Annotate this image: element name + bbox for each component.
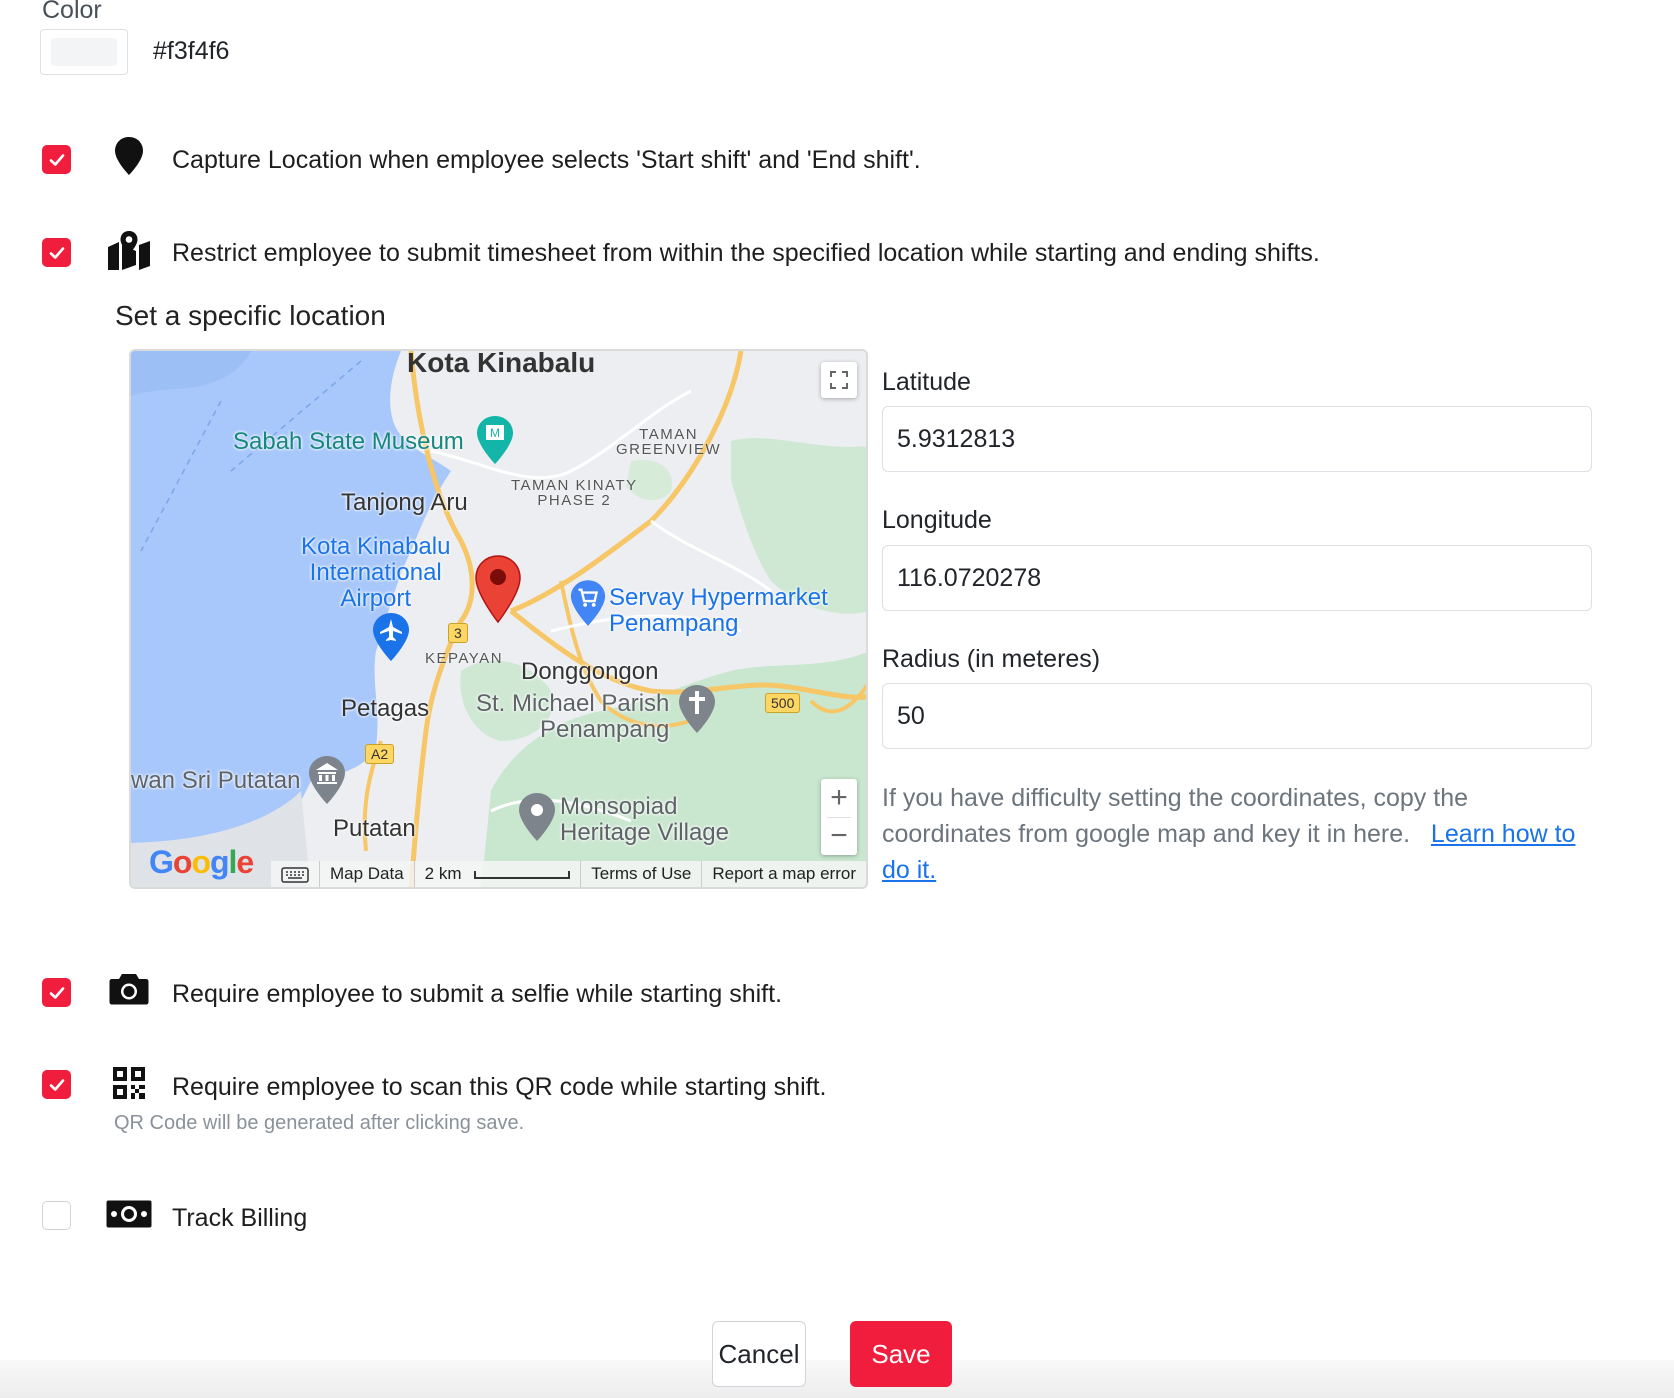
map-label-kinaty: TAMAN KINATY PHASE 2: [511, 478, 638, 508]
keyboard-icon: [281, 866, 309, 883]
map-label-airport: Kota Kinabalu International Airport: [301, 534, 450, 612]
road-shield-500: 500: [765, 693, 801, 713]
map-label-greenview-line2: GREENVIEW: [616, 441, 722, 458]
map-label-servay-line2: Penampang: [609, 610, 739, 637]
map-scale-bar: [474, 870, 571, 879]
report-map-error-link[interactable]: Report a map error: [701, 861, 866, 887]
map-label-sri-putatan: wan Sri Putatan: [131, 767, 301, 794]
map-label-st-michael-line1: St. Michael Parish: [476, 690, 670, 717]
color-value: #f3f4f6: [153, 37, 230, 65]
map-scale-label: 2 km: [424, 864, 462, 883]
map-footer: Map Data 2 km Terms of Use Report a map …: [270, 861, 866, 887]
zoom-in-button[interactable]: +: [830, 779, 848, 817]
place-marker-icon[interactable]: [517, 792, 557, 842]
map-label-airport-line2: International: [309, 559, 442, 586]
set-location-title: Set a specific location: [115, 300, 386, 331]
map-label-tanjong-aru: Tanjong Aru: [341, 489, 468, 516]
color-label: Color: [42, 0, 102, 24]
keyboard-shortcuts-button[interactable]: [271, 861, 319, 887]
checkmark-icon: [49, 1078, 64, 1091]
map-label-donggongon: Donggongon: [521, 658, 659, 685]
color-picker[interactable]: [40, 29, 128, 75]
restrict-location-text: Restrict employee to submit timesheet fr…: [172, 239, 1320, 267]
map-label-greenview: TAMAN GREENVIEW: [616, 427, 721, 457]
map-label-greenview-line1: TAMAN: [639, 426, 699, 443]
color-swatch: [51, 38, 117, 66]
zoom-out-button[interactable]: −: [830, 818, 848, 856]
building-marker-icon[interactable]: [307, 755, 347, 805]
museum-marker-icon[interactable]: M: [475, 415, 515, 465]
map-label-monsopiad-line2: Heritage Village: [560, 819, 729, 846]
latitude-input[interactable]: [882, 406, 1592, 472]
coordinates-help: If you have difficulty setting the coord…: [882, 780, 1602, 888]
map-label-museum: Sabah State Museum: [233, 428, 464, 455]
map-label-servay: Servay Hypermarket Penampang: [609, 585, 828, 637]
fullscreen-button[interactable]: [821, 362, 857, 398]
map-pin-icon: [106, 133, 152, 179]
checkmark-icon: [49, 246, 64, 259]
map-label-kepayan: KEPAYAN: [425, 650, 504, 667]
zoom-control: + −: [821, 779, 857, 855]
road-shield-a2: A2: [365, 744, 395, 764]
map-label-monsopiad: Monsopiad Heritage Village: [560, 794, 729, 846]
svg-text:M: M: [490, 426, 500, 440]
terms-of-use-link[interactable]: Terms of Use: [580, 861, 701, 887]
camera-icon: [106, 966, 152, 1012]
save-button[interactable]: Save: [850, 1321, 952, 1387]
fullscreen-icon: [830, 371, 848, 389]
map-label-airport-line1: Kota Kinabalu: [301, 533, 451, 560]
map-label-monsopiad-line1: Monsopiad: [560, 793, 678, 820]
checkmark-icon: [49, 986, 64, 999]
qr-code-icon: [106, 1060, 152, 1106]
map-label-city: Kota Kinabalu: [407, 349, 596, 378]
map-label-kinaty-line2: PHASE 2: [537, 492, 612, 509]
map-scale[interactable]: 2 km: [413, 861, 581, 887]
map-label-airport-line3: Airport: [340, 585, 412, 612]
qr-code-text: Require employee to scan this QR code wh…: [172, 1073, 827, 1101]
checkmark-icon: [49, 153, 64, 166]
google-logo: Google: [149, 844, 254, 880]
longitude-input[interactable]: [882, 545, 1592, 611]
track-billing-text: Track Billing: [172, 1204, 308, 1232]
longitude-label: Longitude: [882, 506, 992, 534]
restrict-location-checkbox[interactable]: [42, 238, 71, 267]
selfie-checkbox[interactable]: [42, 978, 71, 1007]
map-label-kinaty-line1: TAMAN KINATY: [511, 477, 638, 494]
money-icon: [106, 1191, 152, 1237]
shopping-cart-marker-icon[interactable]: [569, 579, 607, 627]
map-label-servay-line1: Servay Hypermarket: [609, 584, 828, 611]
selfie-text: Require employee to submit a selfie whil…: [172, 980, 783, 1008]
coordinates-help-text: If you have difficulty setting the coord…: [882, 784, 1468, 848]
church-marker-icon[interactable]: [677, 684, 717, 734]
track-billing-checkbox[interactable]: [42, 1201, 71, 1230]
radius-input[interactable]: [882, 683, 1592, 749]
capture-location-checkbox[interactable]: [42, 145, 71, 174]
cancel-button[interactable]: Cancel: [712, 1321, 806, 1387]
map-label-st-michael-line2: Penampang: [539, 716, 670, 743]
capture-location-text: Capture Location when employee selects '…: [172, 146, 921, 174]
map-data-link[interactable]: Map Data: [318, 861, 414, 887]
map-label-putatan: Putatan: [333, 815, 416, 842]
radius-label: Radius (in meteres): [882, 645, 1101, 673]
latitude-label: Latitude: [882, 368, 971, 396]
map-label-st-michael: St. Michael Parish Penampang: [476, 691, 669, 743]
qr-code-hint: QR Code will be generated after clicking…: [114, 1112, 525, 1134]
map-icon: [106, 228, 152, 274]
selected-location-pin-icon[interactable]: [474, 554, 522, 624]
footer-background: [0, 1360, 1674, 1398]
airport-marker-icon[interactable]: [371, 612, 411, 662]
qr-code-checkbox[interactable]: [42, 1070, 71, 1099]
road-shield-3: 3: [448, 623, 468, 643]
location-map[interactable]: Kota Kinabalu Sabah State Museum M TAMAN…: [129, 349, 868, 889]
map-label-petagas: Petagas: [341, 695, 430, 722]
